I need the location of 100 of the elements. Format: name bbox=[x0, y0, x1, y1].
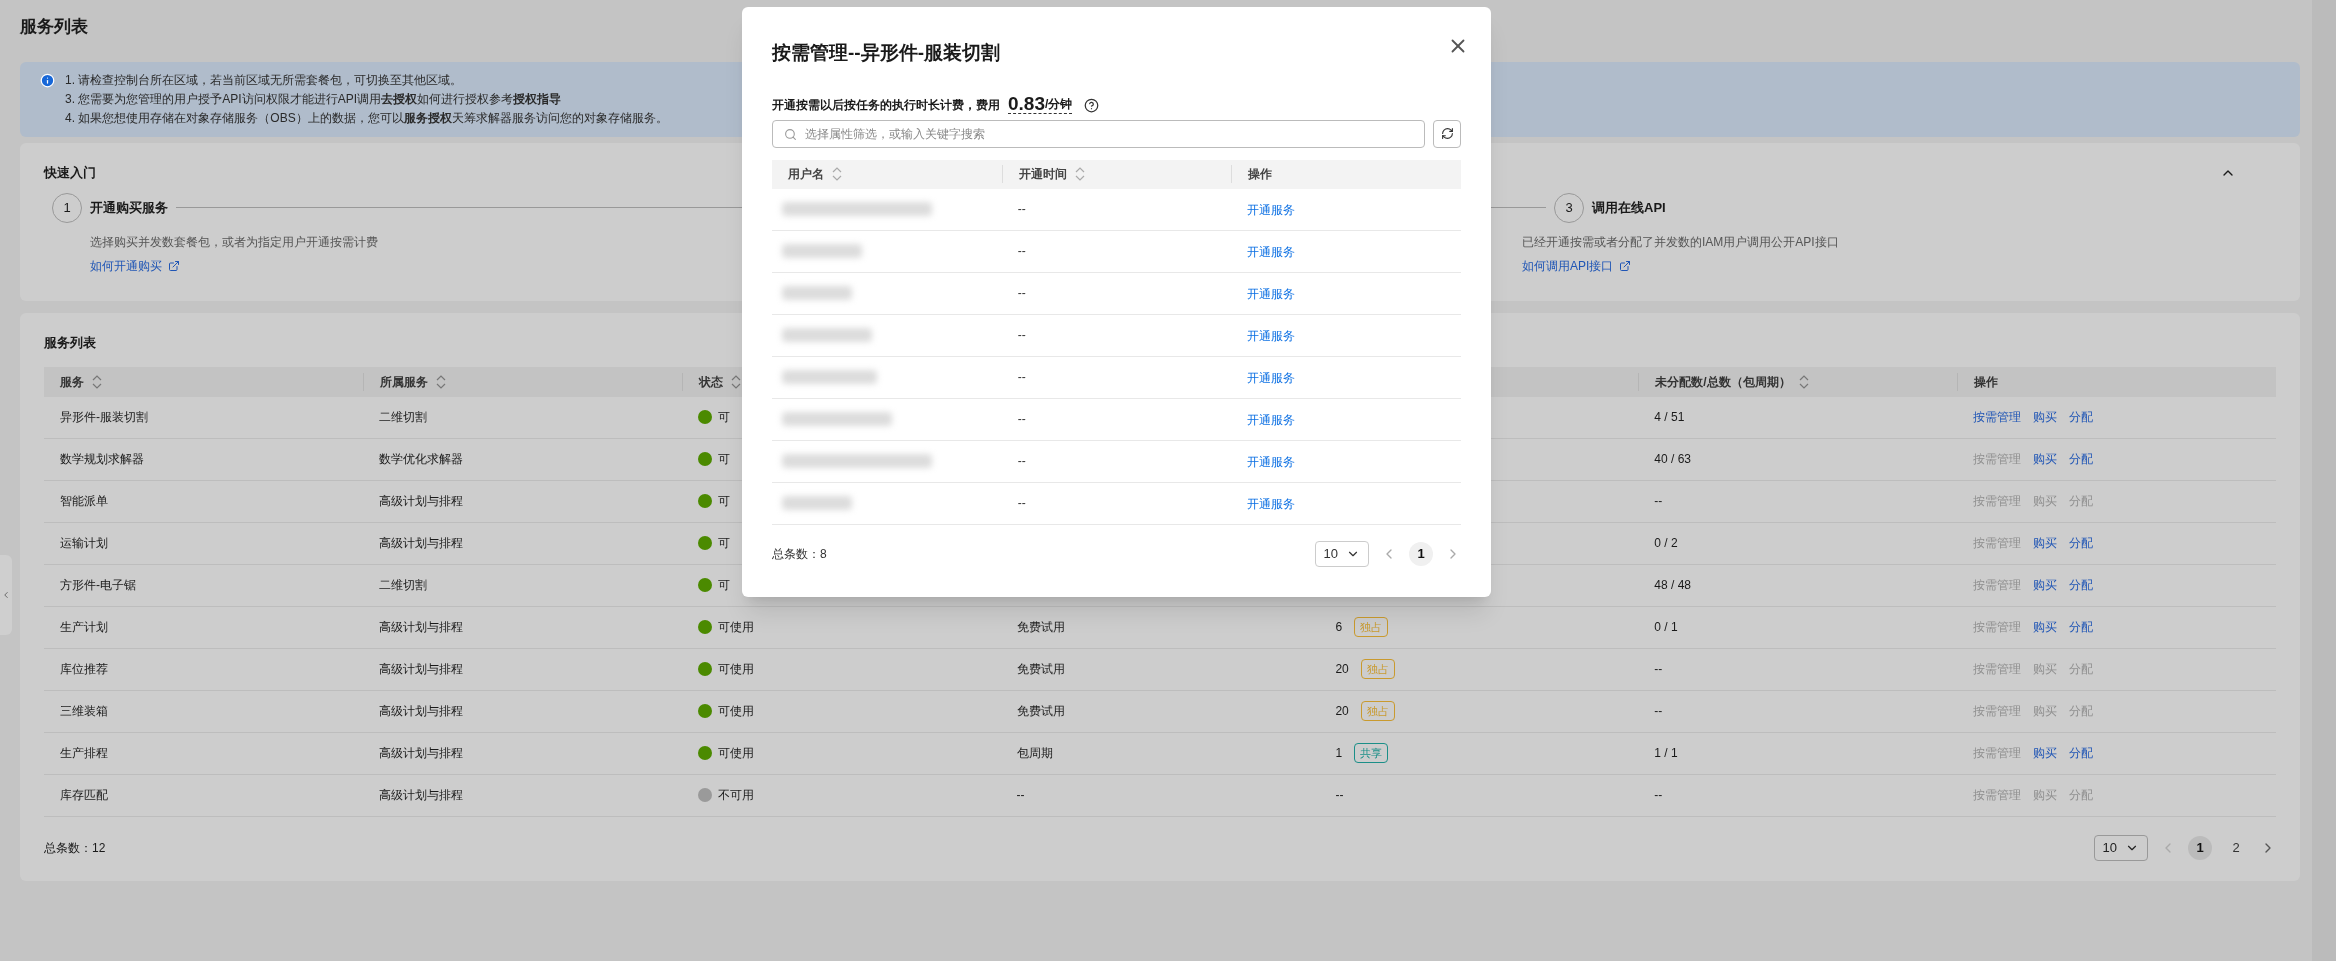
table-cell-text: 高级计划与排程 bbox=[377, 493, 464, 510]
search-icon bbox=[784, 127, 797, 141]
table-cell-text: -- bbox=[1653, 661, 1664, 678]
step-title: 调用在线API bbox=[1592, 198, 1666, 217]
open-service-link[interactable]: 开通服务 bbox=[1247, 203, 1296, 217]
table-cell-text: 1 / 1 bbox=[1653, 745, 1679, 762]
open-service-link[interactable]: 开通服务 bbox=[1247, 497, 1296, 511]
tag: 共享 bbox=[1354, 743, 1389, 763]
step-description: 已经开通按需或者分配了并发数的IAM用户调用公开API接口 bbox=[1522, 233, 1840, 251]
action-link[interactable]: 按需管理 bbox=[1973, 408, 2022, 426]
status-text: 不可用 bbox=[717, 787, 754, 804]
table-cell: 免费试用 bbox=[1016, 620, 1065, 634]
table-cell-text: -- bbox=[1653, 493, 1664, 510]
notice-text: 1. 请检查控制台所在区域，若当前区域无所需套餐包，可切换至其他区域。 bbox=[65, 72, 464, 89]
table-cell-text: 20 bbox=[1335, 661, 1349, 678]
page-button[interactable]: 1 bbox=[1409, 541, 1433, 566]
action-link[interactable]: 分配 bbox=[2069, 744, 2094, 762]
sort-icon[interactable] bbox=[730, 374, 741, 389]
column-header: 开通时间 bbox=[1018, 166, 1067, 183]
table-cell-text: 4 / 51 bbox=[1653, 409, 1686, 426]
open-service-link[interactable]: 开通服务 bbox=[1247, 455, 1296, 469]
page-button[interactable]: 2 bbox=[2224, 835, 2248, 860]
info-icon bbox=[40, 73, 55, 88]
sort-icon[interactable] bbox=[92, 374, 102, 389]
column-header: 未分配数/总数（包周期） bbox=[1655, 373, 1791, 391]
open-service-link[interactable]: 开通服务 bbox=[1247, 329, 1296, 343]
action-link[interactable]: 购买 bbox=[2033, 450, 2058, 468]
open-service-link[interactable]: 开通服务 bbox=[1247, 287, 1296, 301]
card-title: 服务列表 bbox=[44, 334, 96, 352]
notice-text: 3. 您需要为您管理的用户授予API访问权限才能进行API调用去授权如何进行授权参考授权指导 bbox=[65, 91, 563, 108]
table-cell: -- bbox=[1016, 788, 1025, 802]
table-cell-text: -- bbox=[1016, 285, 1027, 302]
column-header: 用户名 bbox=[788, 166, 824, 183]
card-title: 快速入门 bbox=[44, 164, 96, 182]
status-text: 可使用 bbox=[717, 661, 754, 678]
refresh-button[interactable] bbox=[1433, 119, 1461, 148]
sort-icon[interactable] bbox=[435, 374, 446, 389]
table-cell-text: -- bbox=[1016, 411, 1027, 428]
action-link[interactable]: 分配 bbox=[2069, 408, 2094, 426]
status-text: 可使用 bbox=[717, 703, 754, 720]
sort-icon[interactable] bbox=[1798, 374, 1809, 389]
table-cell-text: -- bbox=[1016, 201, 1027, 218]
action-link[interactable]: 购买 bbox=[2033, 534, 2058, 552]
open-service-link[interactable]: 开通服务 bbox=[1247, 245, 1296, 259]
tag: 独占 bbox=[1354, 617, 1389, 637]
table-cell-text: -- bbox=[1016, 327, 1027, 344]
table-cell-text: 高级计划与排程 bbox=[377, 703, 464, 720]
table-cell: 免费试用 bbox=[1016, 704, 1065, 718]
table-cell-text: 高级计划与排程 bbox=[377, 619, 464, 636]
table-cell-text: 智能派单 bbox=[59, 493, 109, 510]
redacted-text bbox=[782, 496, 852, 510]
action-link[interactable]: 购买 bbox=[2033, 618, 2058, 636]
external-link-icon bbox=[168, 259, 180, 272]
sort-icon[interactable] bbox=[832, 167, 842, 181]
table-cell-text: 二维切割 bbox=[377, 577, 428, 594]
external-link-icon bbox=[1619, 259, 1632, 272]
table-cell: 包周期 bbox=[1016, 746, 1053, 760]
chevron-left-icon bbox=[1, 590, 11, 600]
table-cell-text: -- bbox=[1016, 369, 1027, 386]
action-link[interactable]: 购买 bbox=[2033, 576, 2058, 594]
status-text: 可使用 bbox=[717, 619, 754, 636]
table-cell-text: 生产计划 bbox=[59, 619, 109, 636]
step-description: 选择购买并发数套餐包，或者为指定用户开通按需计费 bbox=[90, 233, 379, 251]
table-cell-text: 数学规划求解器 bbox=[59, 451, 145, 468]
tag: 独占 bbox=[1360, 659, 1395, 679]
open-service-link[interactable]: 开通服务 bbox=[1247, 371, 1296, 385]
step-link[interactable]: 如何调用API接口 bbox=[1522, 256, 1632, 275]
help-icon[interactable] bbox=[1084, 97, 1100, 113]
table-cell-text: 1 bbox=[1335, 745, 1343, 762]
page-size-select[interactable]: 10 bbox=[2093, 834, 2148, 861]
page-size-select[interactable]: 10 bbox=[1314, 540, 1369, 567]
table-cell-text: 运输计划 bbox=[59, 535, 109, 552]
table-cell-text: 库位推荐 bbox=[59, 661, 109, 678]
action-link[interactable]: 分配 bbox=[2069, 450, 2094, 468]
status-text: 可使用 bbox=[717, 745, 754, 762]
page-title: 服务列表 bbox=[20, 16, 89, 38]
table-cell-text: 库存匹配 bbox=[59, 787, 109, 804]
table-cell-text: -- bbox=[1335, 787, 1344, 804]
table-cell: 免费试用 bbox=[1016, 662, 1065, 676]
action-link[interactable]: 分配 bbox=[2069, 576, 2094, 594]
action-link[interactable]: 分配 bbox=[2069, 618, 2094, 636]
sort-icon[interactable] bbox=[1074, 167, 1085, 181]
action-link[interactable]: 购买 bbox=[2033, 744, 2058, 762]
table-cell-text: 高级计划与排程 bbox=[377, 787, 464, 804]
table-cell-text: 异形件-服装切割 bbox=[59, 409, 149, 426]
column-header: 操作 bbox=[1248, 166, 1273, 183]
table-cell-text: 高级计划与排程 bbox=[377, 535, 464, 552]
redacted-text bbox=[782, 286, 852, 300]
page-button[interactable]: 1 bbox=[2188, 835, 2212, 860]
column-header: 操作 bbox=[1974, 373, 1999, 391]
action-link[interactable]: 购买 bbox=[2033, 408, 2058, 426]
open-service-link[interactable]: 开通服务 bbox=[1247, 413, 1296, 427]
table-cell-text: 二维切割 bbox=[377, 409, 428, 426]
table-cell-text: 方形件-电子锯 bbox=[59, 577, 137, 594]
table-cell-text: 20 bbox=[1335, 703, 1349, 720]
action-link[interactable]: 分配 bbox=[2069, 534, 2094, 552]
step-link[interactable]: 如何开通购买 bbox=[90, 256, 180, 275]
column-header: 服务 bbox=[60, 373, 84, 391]
table-cell-text: 6 bbox=[1335, 619, 1343, 636]
search-field[interactable]: 选择属性筛选，或输入关键字搜索 bbox=[772, 119, 1425, 148]
